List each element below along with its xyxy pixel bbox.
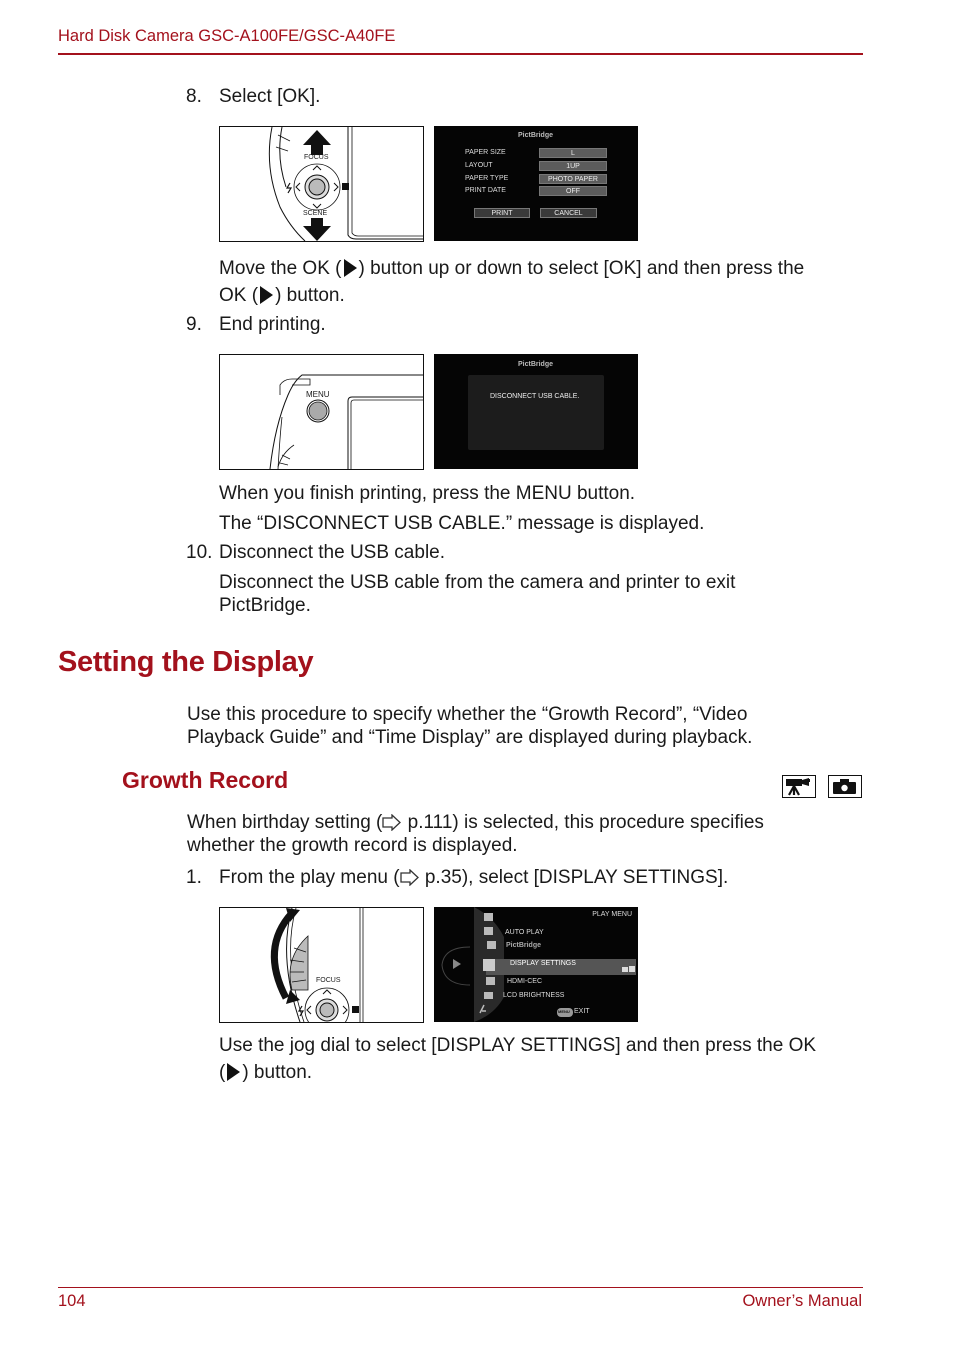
scene-label: SCENE xyxy=(303,210,328,217)
step-description: Move the OK ( ) button up or down to sele… xyxy=(219,257,804,280)
desc-text: ( xyxy=(219,1062,226,1083)
menu-item-display-settings[interactable]: DISPLAY SETTINGS xyxy=(510,960,576,967)
running-header: Hard Disk Camera GSC-A100FE/GSC-A40FE xyxy=(58,27,396,45)
menu-label: MENU xyxy=(306,390,330,399)
ok-play-icon xyxy=(227,1063,241,1081)
screen-title: PictBridge xyxy=(518,132,554,139)
still-camera-icon xyxy=(833,779,856,794)
step-number: 10. xyxy=(186,542,213,563)
manual-title: Owner’s Manual xyxy=(742,1292,862,1310)
print-date-label: PRINT DATE xyxy=(465,187,506,194)
display-settings-icon xyxy=(483,959,495,971)
paper-size-value[interactable]: L xyxy=(539,148,607,158)
step-text: From the play menu ( p.35), select [DISP… xyxy=(219,866,728,889)
step-text: End printing. xyxy=(219,314,326,335)
desc-text: ) button. xyxy=(275,285,345,306)
step-description-cont: ( ) button. xyxy=(219,1061,312,1084)
hdmi-icon xyxy=(486,977,495,985)
camera-illustration-focus-scene: FOCUS SCENE xyxy=(219,126,424,242)
play-menu-title: PLAY MENU xyxy=(592,911,632,918)
menu-item-lcd-brightness[interactable]: LCD BRIGHTNESS xyxy=(503,992,564,999)
paper-type-label: PAPER TYPE xyxy=(465,175,509,182)
video-mode-icon xyxy=(622,967,628,972)
camera-illustration-jog-dial: FOCUS xyxy=(219,907,424,1023)
slideshow-icon xyxy=(484,913,493,921)
step-text-part[interactable]: p.35), select [DISPLAY SETTINGS]. xyxy=(420,867,728,888)
menu-item-pictbridge[interactable]: PictBridge xyxy=(506,942,541,949)
layout-value[interactable]: 1UP xyxy=(539,161,607,171)
step-description: The “DISCONNECT USB CABLE.” message is d… xyxy=(219,513,705,534)
photo-mode-badge xyxy=(828,775,862,798)
disconnect-message: DISCONNECT USB CABLE. xyxy=(490,393,580,400)
step-text-part: From the play menu ( xyxy=(219,867,400,888)
desc-text: ) button up or down to select [OK] and t… xyxy=(358,258,805,279)
body-text: When birthday setting ( xyxy=(187,812,383,833)
video-mode-badge xyxy=(782,775,816,798)
pictbridge-icon xyxy=(487,941,496,949)
print-button[interactable]: PRINT xyxy=(474,208,530,218)
pictbridge-disconnect-screen: PictBridge DISCONNECT USB CABLE. xyxy=(434,354,638,469)
step-number: 9. xyxy=(186,314,202,335)
camera-menu-drawing xyxy=(269,374,423,469)
desc-text: Move the OK ( xyxy=(219,258,342,279)
ok-play-icon xyxy=(260,286,274,304)
lcd-brightness-icon xyxy=(484,992,493,999)
subsection-body-cont: whether the growth record is displayed. xyxy=(187,835,518,856)
exit-label[interactable]: EXIT xyxy=(574,1008,590,1015)
step-text: Select [OK]. xyxy=(219,86,321,107)
menu-badge-label: MENU xyxy=(558,1009,570,1014)
play-triangle-icon xyxy=(453,959,461,969)
page-reference-arrow-icon xyxy=(382,814,402,831)
menu-item-hdmi-cec[interactable]: HDMI-CEC xyxy=(507,978,542,985)
step-number: 8. xyxy=(186,86,202,107)
subsection-body: When birthday setting ( p.111) is select… xyxy=(187,811,764,834)
auto-play-icon xyxy=(484,927,493,935)
video-camera-icon xyxy=(786,778,810,796)
screen-title: PictBridge xyxy=(518,361,554,368)
step-description-cont: OK ( ) button. xyxy=(219,284,345,307)
step-number: 1. xyxy=(186,867,202,888)
paper-size-label: PAPER SIZE xyxy=(465,149,506,156)
paper-type-value[interactable]: PHOTO PAPER xyxy=(539,174,607,184)
body-text[interactable]: p.111) is selected, this procedure speci… xyxy=(402,812,764,833)
focus-label: FOCUS xyxy=(304,154,329,161)
cancel-button[interactable]: CANCEL xyxy=(540,208,597,218)
step-description: When you finish printing, press the MENU… xyxy=(219,483,636,504)
desc-text: OK ( xyxy=(219,285,259,306)
subsection-heading: Growth Record xyxy=(122,767,289,793)
section-intro-cont: Playback Guide” and “Time Display” are d… xyxy=(187,727,753,748)
layout-label: LAYOUT xyxy=(465,162,493,169)
desc-text: ) button. xyxy=(242,1062,313,1083)
print-date-value[interactable]: OFF xyxy=(539,186,607,196)
step-text: Disconnect the USB cable. xyxy=(219,542,446,563)
ok-play-icon xyxy=(343,259,357,277)
step-description-cont: PictBridge. xyxy=(219,595,311,616)
menu-item-auto-play[interactable]: AUTO PLAY xyxy=(505,929,544,936)
section-heading: Setting the Display xyxy=(58,646,314,678)
pictbridge-print-screen: PictBridge PAPER SIZE L LAYOUT 1UP PAPER… xyxy=(434,126,638,241)
camera-control-drawing xyxy=(268,127,423,241)
play-menu-screen: PLAY MENU AUTO PLAY PictBridge DISPLAY S… xyxy=(434,907,638,1022)
camera-illustration-menu: MENU xyxy=(219,354,424,470)
message-box: DISCONNECT USB CABLE. xyxy=(468,375,604,450)
page-reference-arrow-icon xyxy=(399,869,419,886)
step-description: Use the jog dial to select [DISPLAY SETT… xyxy=(219,1035,817,1056)
photo-mode-icon xyxy=(629,966,635,972)
section-intro: Use this procedure to specify whether th… xyxy=(187,704,748,725)
step-description: Disconnect the USB cable from the camera… xyxy=(219,572,736,593)
jog-dial-drawing xyxy=(270,908,364,1022)
footer-rule xyxy=(58,1287,863,1288)
down-arrow-icon xyxy=(303,218,331,241)
up-arrow-icon xyxy=(303,130,331,155)
page-number: 104 xyxy=(58,1292,86,1310)
focus-label: FOCUS xyxy=(316,977,341,984)
header-rule xyxy=(58,53,863,55)
